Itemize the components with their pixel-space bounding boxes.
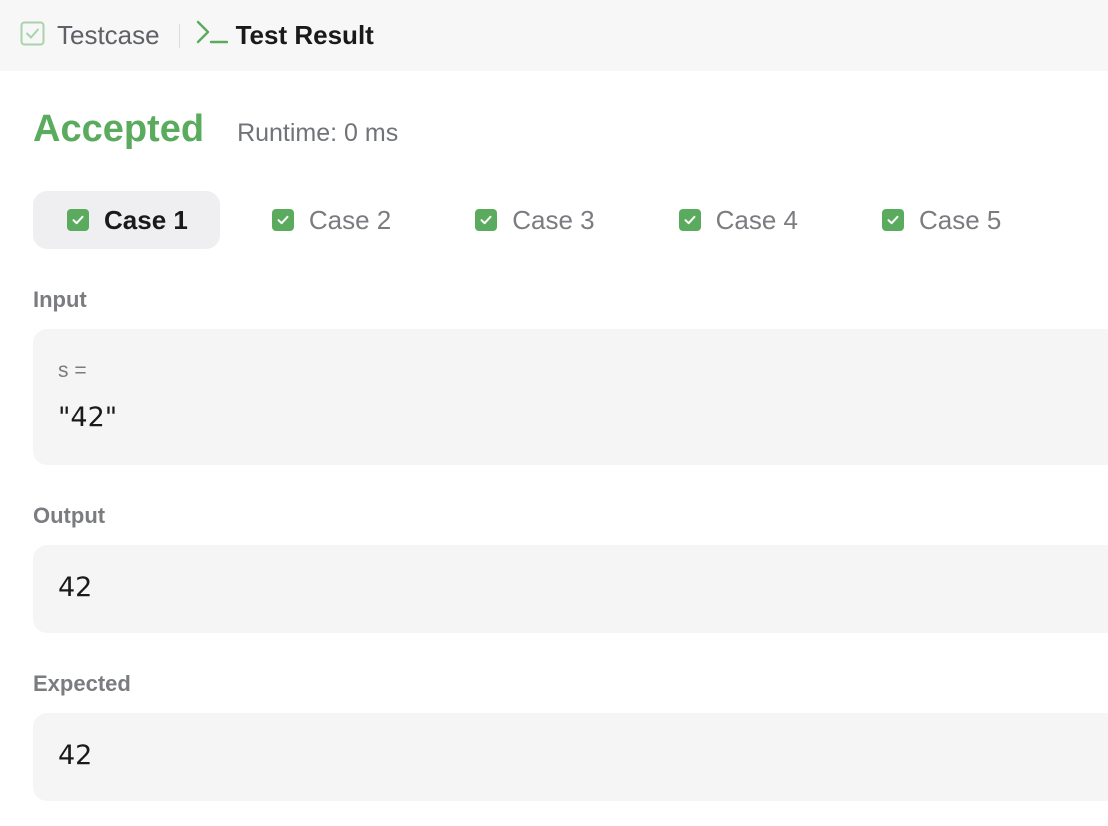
tab-test-result-label: Test Result [235, 20, 374, 50]
case-label: Case 3 [512, 204, 595, 235]
expected-box[interactable]: 42 [33, 713, 1108, 801]
expected-label: Expected [33, 671, 131, 696]
panel-tab-bar: Testcase Test Result [0, 0, 1108, 71]
input-var-value: "42" [58, 402, 118, 433]
tab-test-result[interactable]: Test Result [196, 19, 374, 52]
checkbox-icon [20, 21, 45, 51]
input-var-name: s = [58, 359, 87, 382]
input-box[interactable]: s = "42" [33, 329, 1108, 465]
tab-case-2[interactable]: Case 2 [238, 191, 423, 249]
case-label: Case 1 [104, 204, 188, 235]
case-label: Case 2 [308, 204, 392, 235]
check-icon [67, 209, 89, 231]
tab-case-3[interactable]: Case 3 [441, 191, 626, 249]
expected-value: 42 [58, 740, 93, 771]
input-label: Input [33, 287, 87, 312]
check-icon [475, 209, 498, 231]
terminal-icon [196, 19, 228, 52]
output-box[interactable]: 42 [33, 545, 1108, 633]
result-status-row: Accepted Runtime: 0 ms [33, 108, 398, 151]
case-label: Case 4 [715, 204, 799, 235]
tab-case-1[interactable]: Case 1 [33, 191, 220, 249]
case-label: Case 5 [919, 204, 1002, 235]
check-icon [678, 209, 701, 231]
output-label: Output [33, 503, 106, 528]
output-value: 42 [58, 572, 93, 603]
tab-testcase[interactable]: Testcase [20, 20, 160, 51]
case-tabs: Case 1 Case 2 Case 3 Case 4 Case 5 [33, 191, 1051, 249]
check-icon [271, 209, 294, 231]
check-icon [882, 209, 905, 231]
tab-testcase-label: Testcase [57, 20, 160, 50]
runtime-text: Runtime: 0 ms [237, 119, 399, 147]
status-text: Accepted [33, 108, 205, 150]
tab-case-5[interactable]: Case 5 [848, 191, 1033, 249]
tab-case-4[interactable]: Case 4 [645, 191, 830, 249]
tab-divider [178, 23, 180, 48]
